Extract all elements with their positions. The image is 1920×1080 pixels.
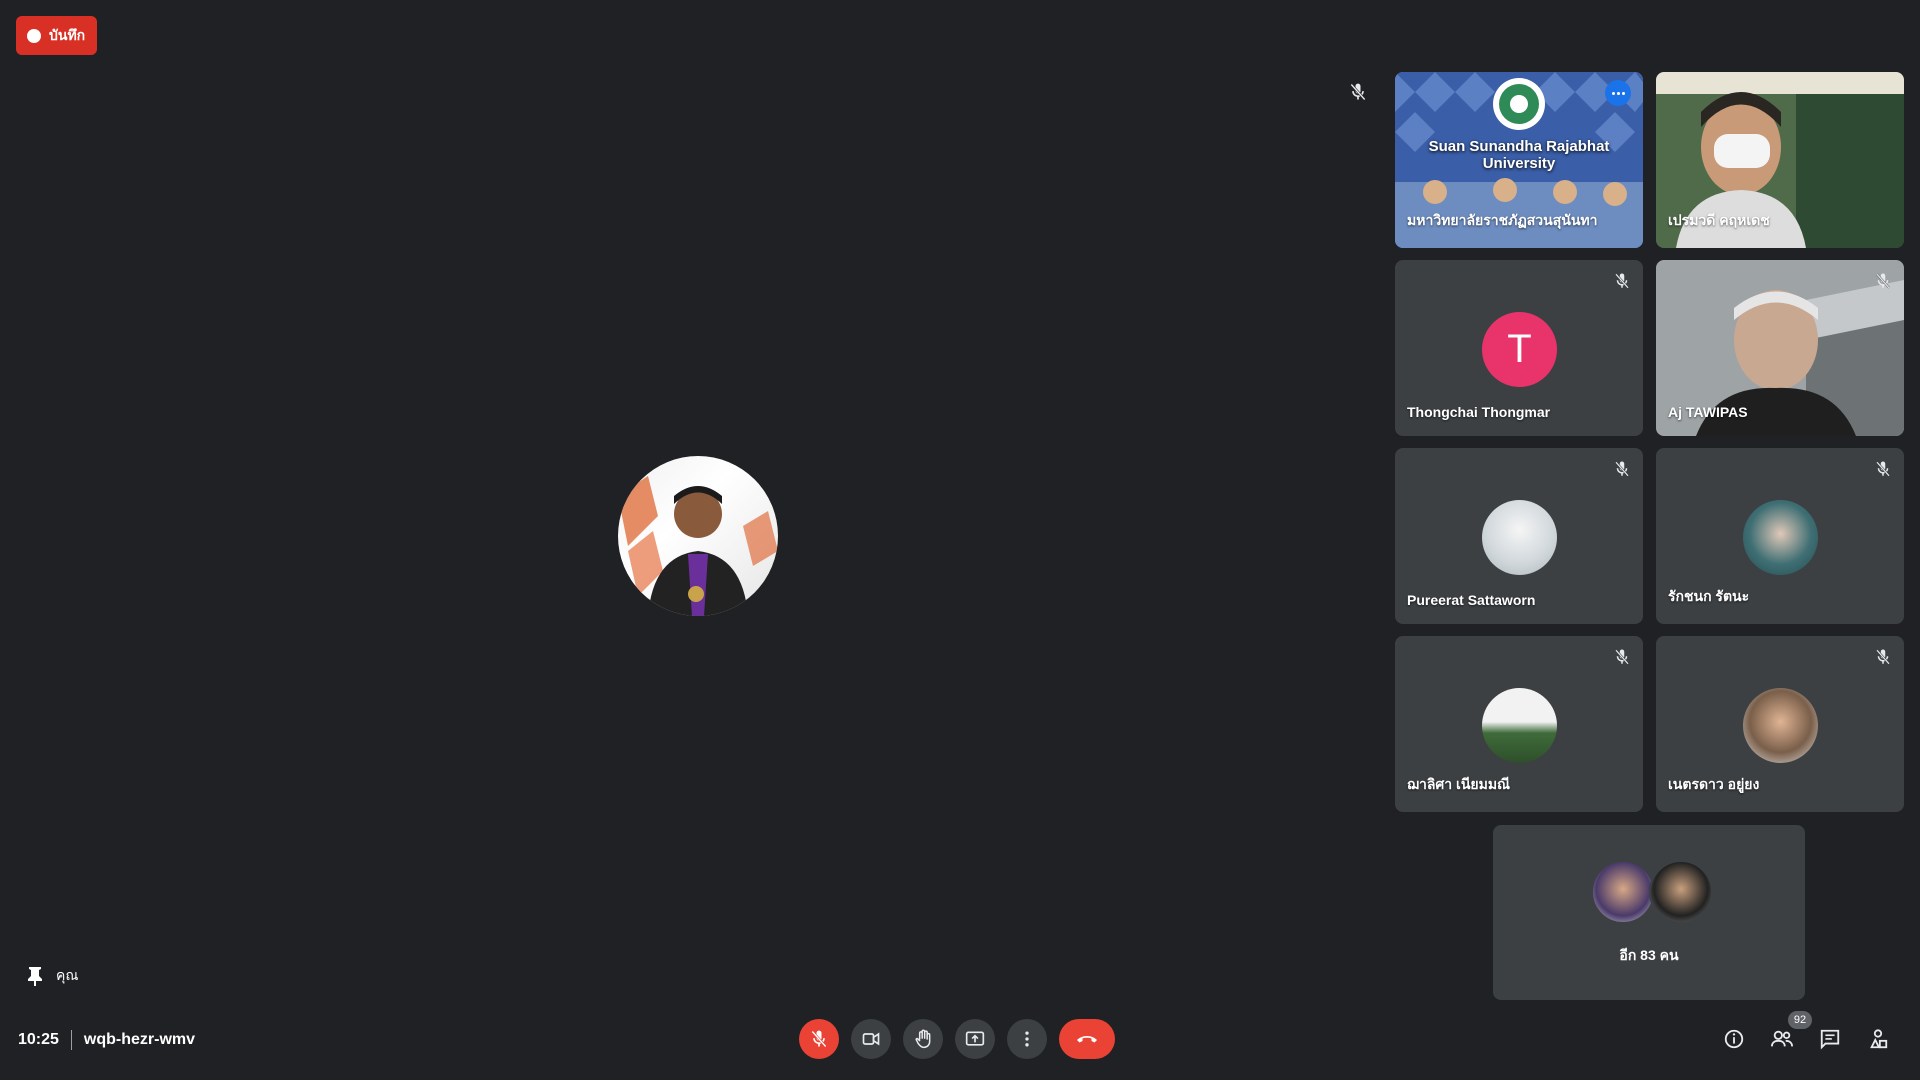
mic-off-icon [1350,83,1366,101]
others-label: อีก 83 คน [1619,947,1679,963]
participant-name: ฌาลิศา เนียมมณี [1407,776,1511,792]
others-avatars [1591,860,1713,924]
mic-off-icon [1615,461,1629,477]
participant-tile[interactable]: เนตรดาว อยู่ยง [1656,636,1904,812]
participant-name: Pureerat Sattaworn [1407,592,1536,608]
participant-tile[interactable]: Suan Sunandha Rajabhat University มหาวิท… [1395,72,1643,248]
info-icon [1724,1029,1744,1049]
self-avatar [618,456,778,616]
mic-off-icon [1615,273,1629,289]
recording-badge[interactable]: บันทึก [16,16,97,55]
more-options-icon [1025,1031,1029,1047]
recording-dot-icon [27,28,41,43]
activities-button[interactable] [1858,1019,1898,1059]
others-tile[interactable]: อีก 83 คน [1493,825,1805,1000]
present-icon [965,1031,985,1046]
people-button[interactable]: 92 [1762,1011,1812,1059]
camera-toggle-button[interactable] [851,1019,891,1059]
mic-off-icon [1876,273,1890,289]
more-options-icon[interactable] [1605,80,1631,106]
activities-icon [1870,1029,1888,1049]
mic-off-icon [1876,649,1890,665]
participant-avatar [1591,860,1655,924]
participant-tile[interactable]: เปรมวดี คฤหเดช [1656,72,1904,248]
participant-name: Thongchai Thongmar [1407,404,1551,420]
raise-hand-button[interactable] [903,1019,943,1059]
participant-avatar: T [1482,312,1557,387]
participant-tile[interactable]: Aj TAWIPAS [1656,260,1904,436]
participant-tile[interactable]: T Thongchai Thongmar [1395,260,1643,436]
mic-off-icon [811,1030,827,1048]
mic-toggle-button[interactable] [799,1019,839,1059]
self-label: คุณ [26,965,78,987]
participant-avatar [1482,500,1557,575]
more-options-button[interactable] [1007,1019,1047,1059]
participant-name: มหาวิทยาลัยราชภัฏสวนสุนันทา [1407,212,1598,228]
people-icon [1771,1030,1793,1047]
end-call-icon [1077,1036,1097,1043]
raise-hand-icon [915,1029,931,1049]
recording-label: บันทึก [49,26,86,43]
participant-tile[interactable]: ฌาลิศา เนียมมณี [1395,636,1643,812]
participant-avatar [1649,860,1713,924]
people-count-badge: 92 [1788,1011,1812,1029]
mic-off-icon [1615,649,1629,665]
participant-tile[interactable]: รักชนก รัตนะ [1656,448,1904,624]
self-name: คุณ [56,967,79,983]
side-panel-buttons: 92 [1700,1011,1920,1059]
participant-name: เนตรดาว อยู่ยง [1668,776,1760,792]
present-button[interactable] [955,1019,995,1059]
participant-name: รักชนก รัตนะ [1668,588,1750,604]
participant-avatar [1743,688,1818,763]
video-overlay-text: Suan Sunandha Rajabhat University [1428,138,1610,172]
participant-tile[interactable]: Pureerat Sattaworn [1395,448,1643,624]
participant-avatar [1482,688,1557,763]
meeting-time: 10:25 [18,1031,59,1048]
pin-icon[interactable] [26,966,44,986]
meeting-info: 10:25 wqb-hezr-wmv [18,1030,195,1050]
call-controls [799,1019,1115,1059]
participant-avatar [1743,500,1818,575]
participant-name: Aj TAWIPAS [1668,404,1748,420]
mic-off-icon [1876,461,1890,477]
meeting-code: wqb-hezr-wmv [83,1031,196,1048]
end-call-button[interactable] [1059,1019,1115,1059]
info-button[interactable] [1714,1019,1754,1059]
participant-name: เปรมวดี คฤหเดช [1668,212,1770,228]
separator [70,1030,72,1050]
chat-button[interactable] [1810,1019,1850,1059]
camera-icon [862,1032,880,1046]
chat-icon [1820,1029,1840,1050]
